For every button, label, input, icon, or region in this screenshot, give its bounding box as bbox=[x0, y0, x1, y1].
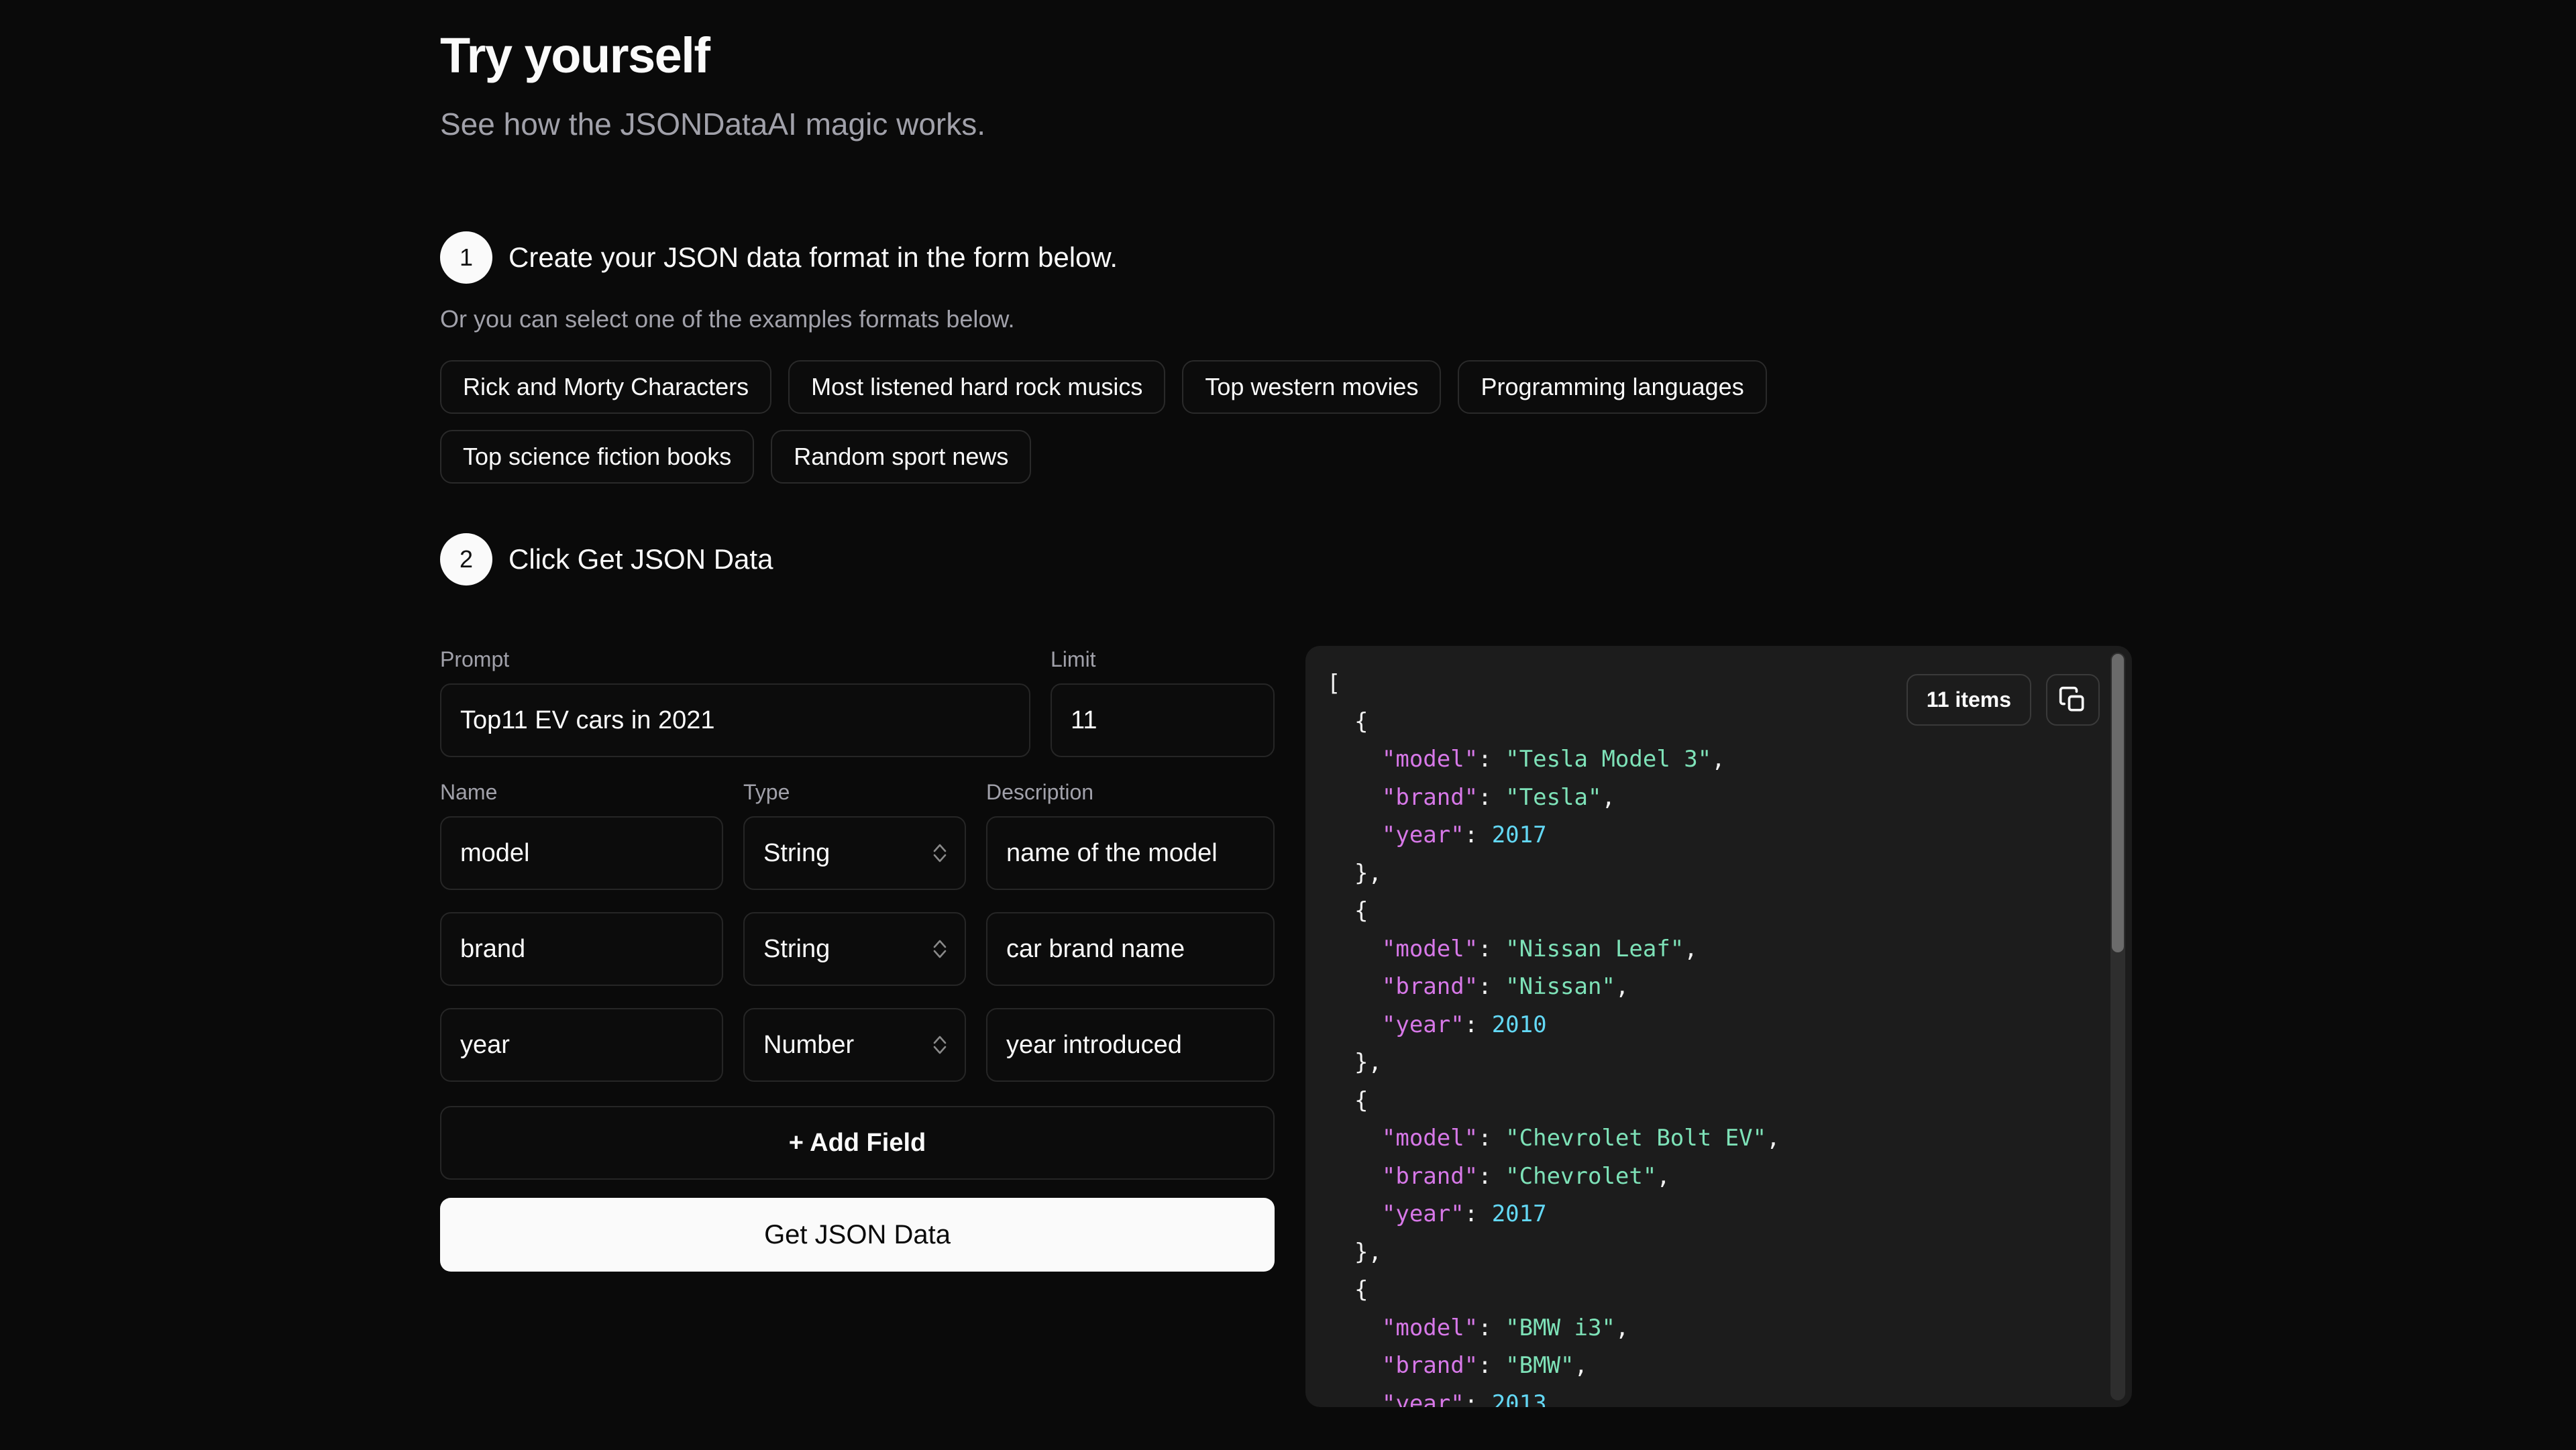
field-column-labels: Name Type Description bbox=[440, 780, 1275, 805]
prompt-label: Prompt bbox=[440, 647, 510, 671]
scrollbar-thumb[interactable] bbox=[2112, 654, 2124, 952]
page-header: Try yourself See how the JSONDataAI magi… bbox=[440, 28, 985, 142]
field-type-select[interactable]: String bbox=[743, 816, 966, 890]
copy-icon bbox=[2059, 686, 2084, 711]
description-column-label: Description bbox=[986, 780, 1094, 804]
json-code-scroll[interactable]: [ { "model": "Tesla Model 3", "brand": "… bbox=[1305, 646, 2132, 1407]
add-field-button[interactable]: + Add Field bbox=[440, 1106, 1275, 1180]
field-type-select[interactable]: Number bbox=[743, 1008, 966, 1082]
step-2-badge: 2 bbox=[440, 533, 492, 585]
limit-label: Limit bbox=[1051, 647, 1096, 671]
type-column-label: Type bbox=[743, 780, 790, 804]
field-row: Number bbox=[440, 1008, 1275, 1082]
json-output-panel: 11 items [ { "model": "Tesla Model 3", "… bbox=[1305, 646, 2132, 1407]
step-2-text: Click Get JSON Data bbox=[508, 543, 773, 575]
step-1: 1 Create your JSON data format in the fo… bbox=[440, 231, 1118, 284]
example-chip-list: Rick and Morty Characters Most listened … bbox=[440, 360, 1983, 484]
step-1-text: Create your JSON data format in the form… bbox=[508, 241, 1118, 273]
field-description-input[interactable] bbox=[986, 1008, 1275, 1082]
page-root: Try yourself See how the JSONDataAI magi… bbox=[0, 0, 2576, 1450]
field-name-input[interactable] bbox=[440, 1008, 723, 1082]
get-json-data-button[interactable]: Get JSON Data bbox=[440, 1198, 1275, 1272]
step-2: 2 Click Get JSON Data bbox=[440, 533, 773, 585]
example-chip-programming-languages[interactable]: Programming languages bbox=[1458, 360, 1767, 414]
example-chip-top-science-fiction-books[interactable]: Top science fiction books bbox=[440, 430, 755, 484]
step-1-note: Or you can select one of the examples fo… bbox=[440, 305, 1015, 333]
field-row: String bbox=[440, 912, 1275, 986]
example-chip-rick-and-morty-characters[interactable]: Rick and Morty Characters bbox=[440, 360, 772, 414]
output-actions: 11 items bbox=[1906, 674, 2100, 726]
page-subtitle: See how the JSONDataAI magic works. bbox=[440, 107, 985, 142]
field-row: String bbox=[440, 816, 1275, 890]
example-chip-most-listened-hard-rock-musics[interactable]: Most listened hard rock musics bbox=[788, 360, 1166, 414]
prompt-row: Prompt Limit bbox=[440, 647, 1275, 757]
json-code-block: [ { "model": "Tesla Model 3", "brand": "… bbox=[1327, 670, 1780, 1407]
vertical-scrollbar[interactable] bbox=[2110, 653, 2125, 1400]
prompt-input[interactable] bbox=[440, 683, 1030, 757]
field-description-input[interactable] bbox=[986, 912, 1275, 986]
field-name-input[interactable] bbox=[440, 816, 723, 890]
page-title: Try yourself bbox=[440, 27, 710, 83]
limit-group: Limit bbox=[1051, 647, 1275, 757]
prompt-group: Prompt bbox=[440, 647, 1030, 757]
example-chip-top-western-movies[interactable]: Top western movies bbox=[1182, 360, 1442, 414]
limit-input[interactable] bbox=[1051, 683, 1275, 757]
field-name-input[interactable] bbox=[440, 912, 723, 986]
name-column-label: Name bbox=[440, 780, 498, 804]
copy-button[interactable] bbox=[2046, 674, 2100, 726]
items-count-badge[interactable]: 11 items bbox=[1906, 674, 2031, 726]
field-description-input[interactable] bbox=[986, 816, 1275, 890]
step-1-badge: 1 bbox=[440, 231, 492, 284]
example-chip-random-sport-news[interactable]: Random sport news bbox=[771, 430, 1032, 484]
field-type-select[interactable]: String bbox=[743, 912, 966, 986]
json-format-form: Prompt Limit Name Type Description Strin… bbox=[440, 647, 1275, 1272]
